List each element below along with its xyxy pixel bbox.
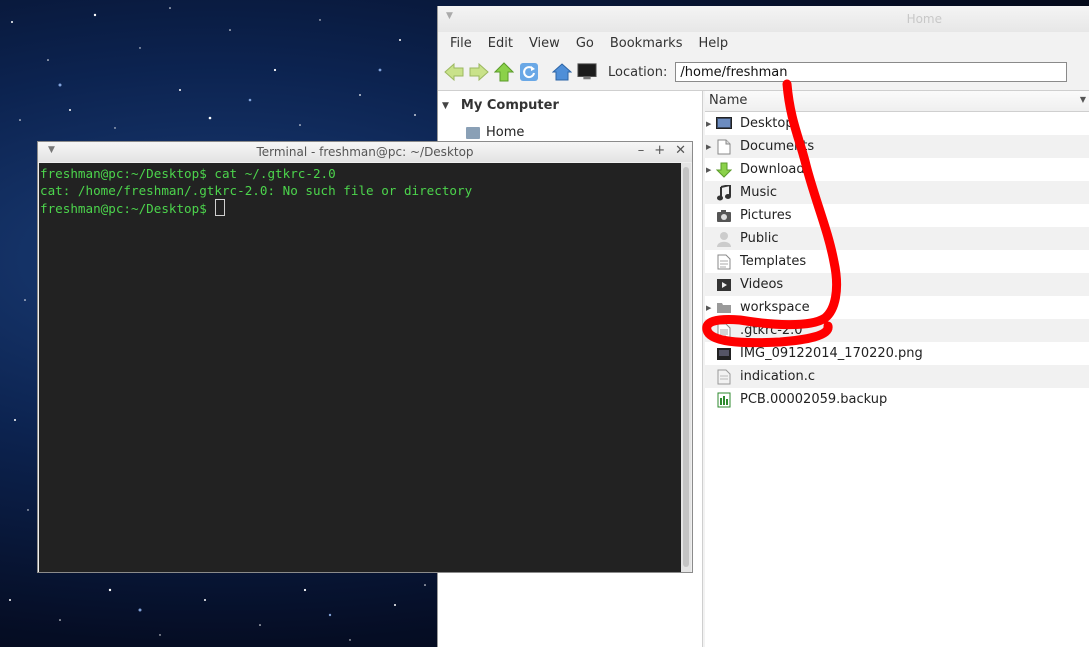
file-row-workspace[interactable]: ▶ workspace [705,296,1089,319]
location-input[interactable] [675,62,1068,82]
file-name: Templates [740,254,807,269]
file-name: Videos [740,277,784,292]
file-row-downloads[interactable]: ▶ Downloads [705,158,1089,181]
backup-file-icon [716,392,732,408]
up-button[interactable] [494,62,514,82]
terminal-cursor [215,199,226,216]
menu-view[interactable]: View [521,36,568,51]
home-folder-icon [466,126,480,139]
file-manager-title: Home [906,12,942,26]
terminal-scrollbar-thumb[interactable] [683,167,689,567]
file-rows: ▶ Desktop ▶ Documents ▶ Downloads Music … [705,112,1089,411]
file-name: workspace [740,300,810,315]
folder-icon [716,300,732,316]
file-name: Documents [740,139,815,154]
terminal-title: Terminal - freshman@pc: ~/Desktop [256,145,474,159]
pictures-folder-icon [716,208,732,224]
computer-icon [577,63,597,80]
file-name: Pictures [740,208,792,223]
music-folder-icon [716,184,732,201]
file-row-gtkrc[interactable]: .gtkrc-2.0 [705,319,1089,342]
terminal-titlebar[interactable]: ▼ Terminal - freshman@pc: ~/Desktop – + … [38,142,692,162]
column-name-label: Name [709,93,748,108]
file-row-indication-c[interactable]: indication.c [705,365,1089,388]
public-folder-icon [716,231,732,247]
terminal-line: freshman@pc:~/Desktop$ cat ~/.gtkrc-2.0 [40,166,336,181]
terminal-window[interactable]: ▼ Terminal - freshman@pc: ~/Desktop – + … [37,141,693,573]
back-arrow-icon [444,63,464,81]
home-icon [552,63,572,81]
file-row-pcb-backup[interactable]: PCB.00002059.backup [705,388,1089,411]
menu-edit[interactable]: Edit [480,36,521,51]
desktop-folder-icon [716,116,732,132]
file-row-pictures[interactable]: Pictures [705,204,1089,227]
expander-icon[interactable]: ▶ [706,120,716,128]
forward-arrow-icon [469,63,489,81]
file-name: IMG_09122014_170220.png [740,346,923,361]
forward-button[interactable] [469,62,489,82]
file-name: PCB.00002059.backup [740,392,888,407]
column-header-name[interactable]: Name ▼ [705,91,1089,112]
sidebar-header-my-computer[interactable]: ▼ My Computer [442,98,559,113]
reload-button[interactable] [519,62,539,82]
file-manager-titlebar[interactable]: ▼ Home [438,6,1089,32]
file-name: Music [740,185,777,200]
terminal-prompt-line: freshman@pc:~/Desktop$ [40,199,682,217]
file-row-music[interactable]: Music [705,181,1089,204]
text-file-icon [716,323,732,339]
expander-icon[interactable]: ▶ [706,143,716,151]
file-row-documents[interactable]: ▶ Documents [705,135,1089,158]
sort-arrow-icon: ▼ [1079,95,1086,104]
file-row-public[interactable]: Public [705,227,1089,250]
videos-folder-icon [716,277,732,293]
collapse-triangle-icon[interactable]: ▼ [442,101,449,111]
maximize-icon[interactable]: + [654,143,665,158]
minimize-icon[interactable]: – [638,143,645,158]
image-file-icon [716,346,732,362]
file-name: Downloads [740,162,812,177]
file-name: Desktop [740,116,794,131]
home-button[interactable] [552,62,572,82]
sidebar-item-label: Home [486,125,525,140]
file-row-img-png[interactable]: IMG_09122014_170220.png [705,342,1089,365]
expander-icon[interactable]: ▶ [706,166,716,174]
menu-help[interactable]: Help [690,36,736,51]
menu-bookmarks[interactable]: Bookmarks [602,36,691,51]
location-label: Location: [608,64,668,80]
menu-go[interactable]: Go [568,36,602,51]
terminal-scrollbar[interactable] [681,163,691,572]
templates-folder-icon [716,254,732,270]
terminal-line: cat: /home/freshman/.gtkrc-2.0: No such … [40,183,473,198]
file-list: Name ▼ ▶ Desktop ▶ Documents ▶ Downloads [705,91,1089,647]
file-name: indication.c [740,369,816,384]
expander-icon[interactable]: ▶ [706,304,716,312]
terminal-prompt: freshman@pc:~/Desktop$ [40,201,215,216]
computer-button[interactable] [577,62,597,82]
c-source-file-icon [716,369,732,385]
toolbar: Location: [438,54,1089,91]
close-icon[interactable]: ✕ [675,143,686,158]
terminal-screen[interactable]: freshman@pc:~/Desktop$ cat ~/.gtkrc-2.0 … [39,163,682,572]
file-name: Public [740,231,779,246]
up-arrow-icon [494,62,514,82]
documents-folder-icon [716,139,732,155]
menubar: File Edit View Go Bookmarks Help [438,32,1089,54]
sidebar-header-label: My Computer [460,98,559,113]
downloads-folder-icon [716,162,732,178]
menu-file[interactable]: File [442,36,480,51]
file-row-desktop[interactable]: ▶ Desktop [705,112,1089,135]
file-row-videos[interactable]: Videos [705,273,1089,296]
back-button[interactable] [444,62,464,82]
sidebar-item-home[interactable]: Home [466,125,524,140]
file-name: .gtkrc-2.0 [740,323,803,338]
file-row-templates[interactable]: Templates [705,250,1089,273]
reload-icon [520,63,538,81]
